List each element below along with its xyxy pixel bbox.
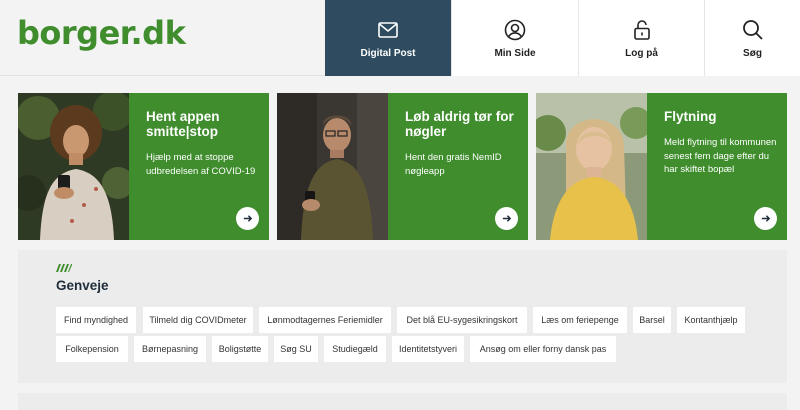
search-icon [742, 19, 763, 40]
shortcuts-title: Genveje [56, 278, 109, 293]
site-header: borger.dk Digital Post Min Side Log på S… [0, 0, 800, 76]
card-arrow-button[interactable] [495, 207, 518, 230]
shortcut-chip[interactable]: Søg SU [274, 336, 318, 362]
card-description: Meld flytning til kommunen senest fem da… [664, 137, 777, 175]
lock-icon [633, 19, 650, 40]
card-text: Løb aldrig tør for nøgler Hent den grati… [405, 109, 523, 178]
card-arrow-button[interactable] [236, 207, 259, 230]
arrow-right-icon [502, 215, 512, 222]
nav-label: Søg [743, 47, 762, 59]
card-smittestop[interactable]: Hent appen smitte|stop Hjælp med at stop… [18, 93, 269, 240]
arrow-right-icon [761, 215, 771, 222]
card-title: Hent appen smitte|stop [146, 109, 220, 139]
shortcut-chip[interactable]: Læs om feriepenge [533, 307, 627, 333]
shortcut-chip[interactable]: Studiegæld [324, 336, 386, 362]
shortcut-chip[interactable]: Det blå EU-sygesikringskort [397, 307, 527, 333]
main-nav: Digital Post Min Side Log på Søg [325, 0, 800, 76]
card-nemid-nogleapp[interactable]: Løb aldrig tør for nøgler Hent den grati… [277, 93, 528, 240]
nav-digital-post[interactable]: Digital Post [325, 0, 451, 76]
site-logo[interactable]: borger.dk [17, 14, 186, 52]
stripes-decoration-icon [56, 264, 72, 272]
shortcut-chip[interactable]: Kontanthjælp [677, 307, 745, 333]
card-photo-man-phone [277, 93, 388, 240]
shortcut-chip[interactable]: Find myndighed [56, 307, 136, 333]
card-text: Hent appen smitte|stop Hjælp med at stop… [146, 109, 264, 178]
shortcut-chip[interactable]: Ansøg om eller forny dansk pas [470, 336, 616, 362]
card-flytning[interactable]: Flytning Meld flytning til kommunen sene… [536, 93, 787, 240]
card-photo-woman-smiling [536, 93, 647, 240]
shortcut-chip[interactable]: Boligstøtte [212, 336, 268, 362]
card-title: Flytning [664, 109, 717, 124]
card-arrow-button[interactable] [754, 207, 777, 230]
card-photo-woman-phone [18, 93, 129, 240]
arrow-right-icon [243, 215, 253, 222]
user-icon [504, 19, 526, 40]
nav-sog[interactable]: Søg [704, 0, 800, 76]
nav-label: Digital Post [360, 47, 416, 59]
shortcut-chip[interactable]: Tilmeld dig COVIDmeter [143, 307, 253, 333]
card-description: Hent den gratis NemID nøgleapp [405, 152, 502, 177]
nav-label: Log på [625, 47, 658, 59]
nav-label: Min Side [494, 47, 536, 59]
card-title: Løb aldrig tør for nøgler [405, 109, 514, 139]
next-section-edge [18, 393, 787, 410]
shortcut-chip[interactable]: Lønmodtagernes Feriemidler [259, 307, 391, 333]
shortcuts-panel: Genveje Find myndighed Tilmeld dig COVID… [18, 250, 787, 383]
card-text: Flytning Meld flytning til kommunen sene… [664, 109, 782, 177]
shortcut-chip[interactable]: Folkepension [56, 336, 128, 362]
card-description: Hjælp med at stoppe udbredelsen af COVID… [146, 152, 256, 177]
nav-log-pa[interactable]: Log på [578, 0, 704, 76]
shortcut-chip[interactable]: Barsel [633, 307, 671, 333]
shortcut-chip[interactable]: Børnepasning [134, 336, 206, 362]
nav-min-side[interactable]: Min Side [451, 0, 578, 76]
shortcut-chip[interactable]: Identitetstyveri [392, 336, 464, 362]
envelope-icon [378, 21, 398, 38]
